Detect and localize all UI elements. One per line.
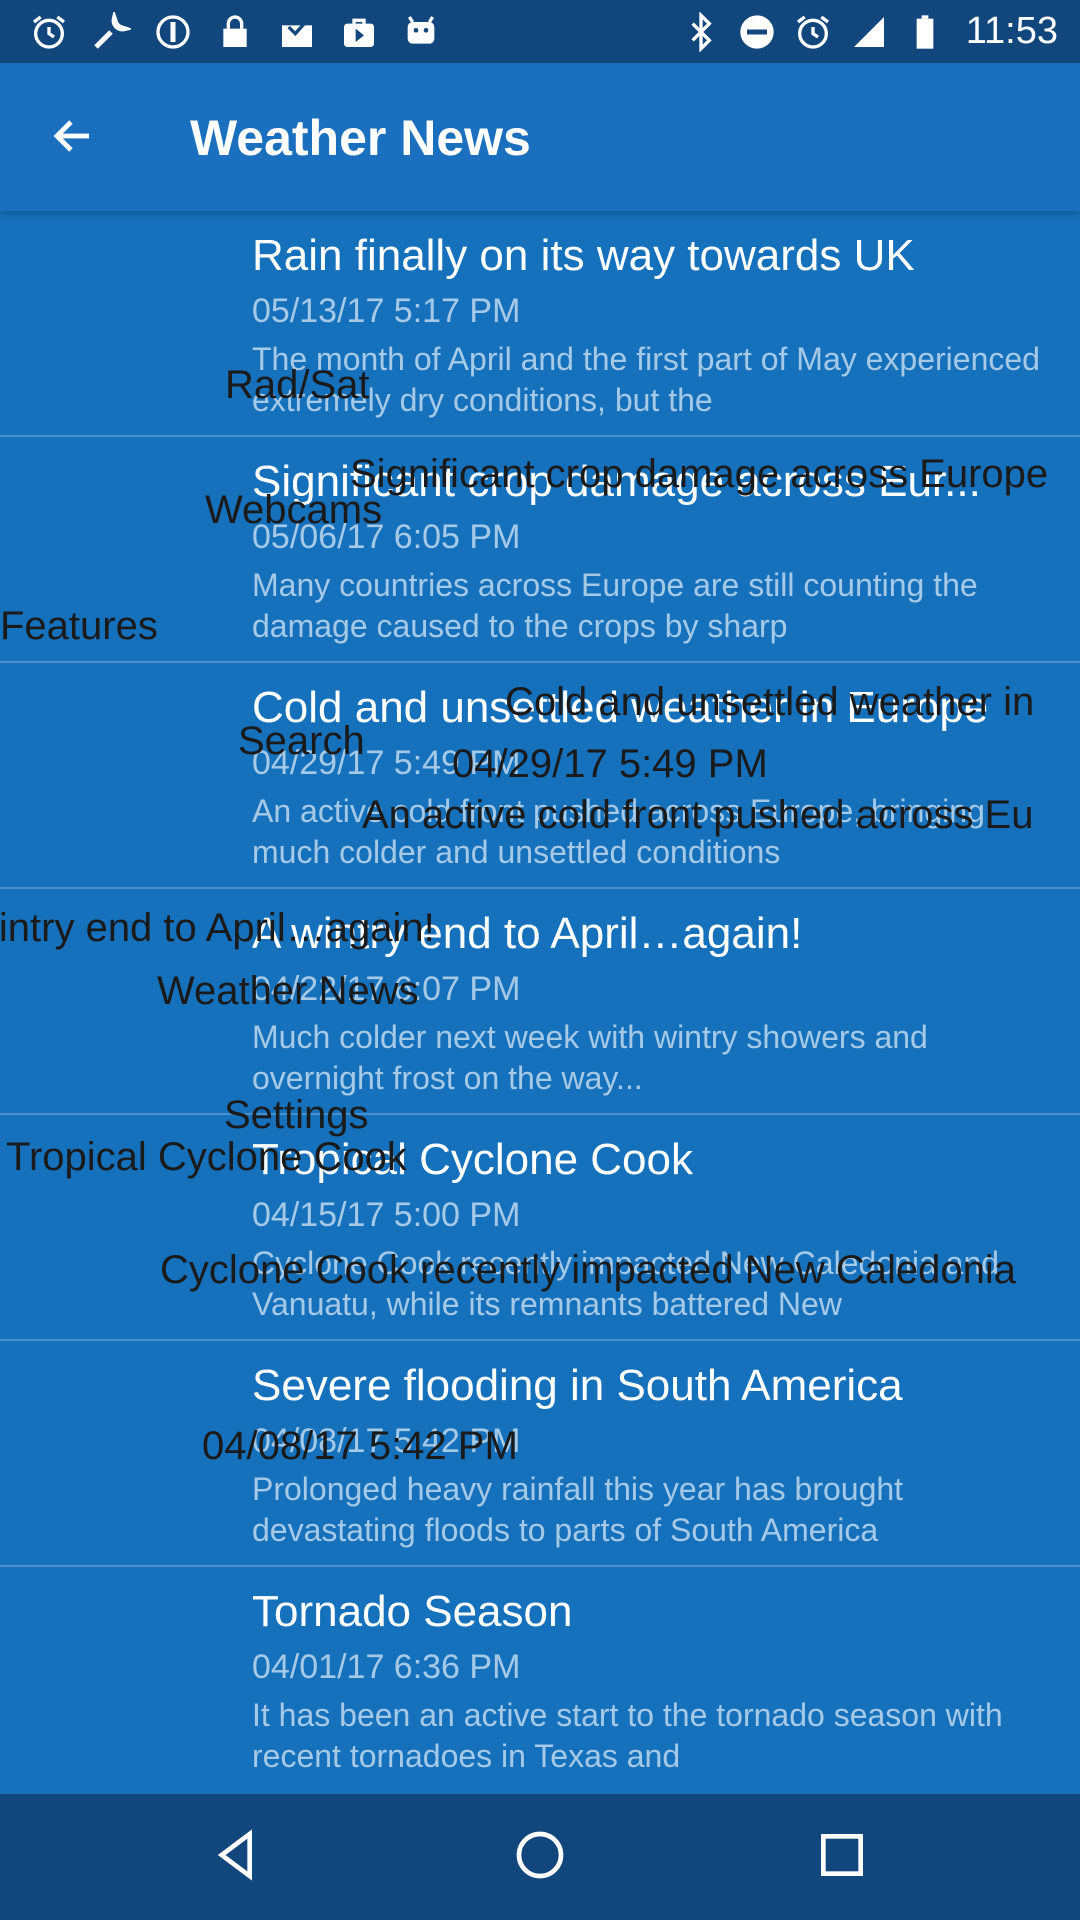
drawer-item-weather-news[interactable]: Weather News: [157, 967, 419, 1015]
drawer-item-features[interactable]: Features: [0, 602, 158, 650]
system-nav-bar: [0, 1794, 1080, 1920]
alarm-icon: [26, 9, 72, 55]
news-date: 04/15/17 5:00 PM: [252, 1196, 521, 1234]
news-item[interactable]: Tornado Season 04/01/17 6:36 PM It has b…: [0, 1567, 1080, 1793]
signal-icon: [846, 9, 892, 55]
recents-square-icon: [814, 1827, 870, 1888]
nav-recents-button[interactable]: [812, 1827, 872, 1887]
nav-home-button[interactable]: [510, 1827, 570, 1887]
inbox-icon: [274, 9, 320, 55]
drawer-item-rad-sat[interactable]: Rad/Sat: [225, 361, 370, 409]
battery-icon: [902, 9, 948, 55]
overlay-cold-title: Cold and unsettled weather in: [505, 680, 1035, 724]
drawer-item-settings[interactable]: Settings: [224, 1091, 369, 1139]
news-date: 05/13/17 5:17 PM: [252, 292, 521, 330]
wrench-icon: [88, 9, 134, 55]
back-button[interactable]: [42, 107, 104, 169]
android-icon: [398, 9, 444, 55]
overlay-cyclone-title: Tropical Cyclone Cook: [6, 1135, 407, 1179]
back-triangle-icon: [210, 1827, 266, 1888]
news-item[interactable]: Severe flooding in South America 04/08/1…: [0, 1341, 1080, 1567]
news-title: Rain finally on its way towards UK: [252, 231, 915, 280]
arrow-back-icon: [49, 112, 97, 165]
bluetooth-icon: [678, 9, 724, 55]
lock-icon: [212, 9, 258, 55]
app-bar: Weather News: [0, 63, 1080, 211]
news-summary: Prolonged heavy rainfall this year has b…: [252, 1471, 904, 1548]
overlay-cold-date: 04/29/17 5:49 PM: [452, 742, 768, 786]
news-summary: Much colder next week with wintry shower…: [252, 1019, 928, 1096]
do-not-disturb-icon: [734, 9, 780, 55]
overlay-cyclone-summary: Cyclone Cook recently impacted New Caled…: [160, 1248, 1016, 1292]
page-title: Weather News: [190, 110, 531, 166]
status-icons-left: [26, 0, 460, 63]
news-date: 04/01/17 6:36 PM: [252, 1648, 521, 1686]
status-icons-right: 11:53: [678, 0, 1058, 63]
info-circle-icon: [150, 9, 196, 55]
status-bar: 11:53: [0, 0, 1080, 63]
home-circle-icon: [512, 1827, 568, 1888]
overlay-cold-summary: An active cold front pushed across Eu: [362, 793, 1034, 837]
overlay-wintry-title: wintry end to April…again!: [0, 906, 435, 950]
news-title: Severe flooding in South America: [252, 1361, 903, 1410]
drawer-item-search[interactable]: Search: [238, 717, 365, 765]
play-store-icon: [336, 9, 382, 55]
news-summary: It has been an active start to the torna…: [252, 1697, 1003, 1774]
news-title: Tornado Season: [252, 1587, 573, 1636]
news-summary: Many countries across Europe are still c…: [252, 567, 978, 644]
overlay-crop-title: Significant crop damage across Europe: [350, 452, 1049, 496]
news-summary: The month of April and the first part of…: [252, 341, 1040, 418]
overlay-flood-date: 04/08/17 5:42 PM: [202, 1424, 518, 1468]
alarm-icon: [790, 9, 836, 55]
news-item[interactable]: Rain finally on its way towards UK 05/13…: [0, 211, 1080, 437]
status-time: 11:53: [965, 10, 1058, 52]
nav-back-button[interactable]: [208, 1827, 268, 1887]
